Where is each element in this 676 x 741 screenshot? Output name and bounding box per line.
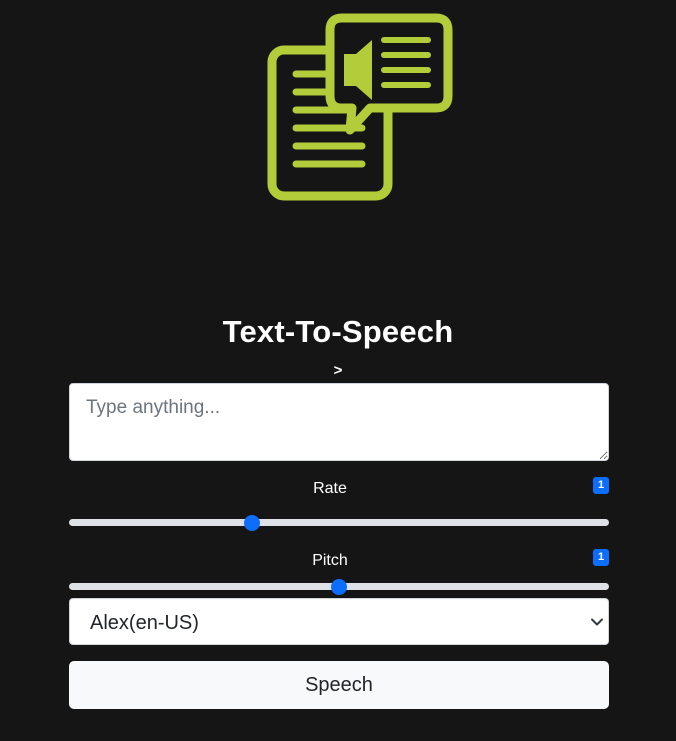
caret-marker: > — [333, 362, 343, 379]
voice-select[interactable]: Alex(en-US) — [69, 598, 609, 645]
rate-slider-track — [69, 519, 609, 526]
chevron-down-icon — [591, 618, 603, 626]
pitch-label: Pitch — [312, 552, 348, 569]
pitch-slider-thumb[interactable] — [331, 579, 347, 595]
rate-label: Rate — [313, 480, 347, 497]
text-input[interactable] — [69, 383, 609, 461]
voice-select-value: Alex(en-US) — [90, 612, 199, 634]
rate-slider[interactable] — [69, 514, 609, 531]
pitch-slider[interactable] — [69, 578, 609, 595]
app-page: Text-To-Speech > Rate 1 Pitch 1 Alex(en-… — [0, 0, 676, 741]
text-to-speech-icon — [267, 13, 453, 201]
page-title: Text-To-Speech — [222, 314, 454, 349]
rate-value-badge: 1 — [593, 477, 609, 494]
rate-slider-thumb[interactable] — [243, 515, 260, 531]
speech-button[interactable]: Speech — [69, 661, 609, 709]
pitch-value-badge: 1 — [593, 549, 609, 566]
